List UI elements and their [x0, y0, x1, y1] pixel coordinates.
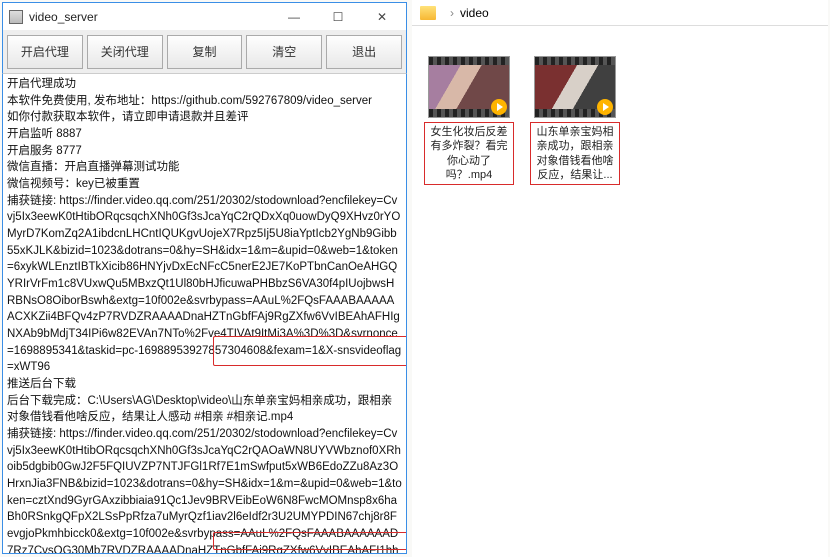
video-thumbnail	[534, 56, 616, 118]
file-item[interactable]: 山东单亲宝妈相亲成功，跟相亲对象借钱看他啥反应，结果让...	[532, 56, 618, 185]
log-line: 微信直播：开启直播弹幕测试功能	[7, 159, 402, 176]
window-title: video_server	[29, 10, 272, 24]
toolbar: 开启代理 关闭代理 复制 清空 退出	[2, 30, 407, 74]
chevron-right-icon: ›	[450, 6, 454, 20]
file-label: 女生化妆后反差有多炸裂？看完你心动了吗？.mp4	[424, 122, 514, 185]
copy-button[interactable]: 复制	[167, 35, 243, 69]
play-icon	[491, 99, 507, 115]
file-label: 山东单亲宝妈相亲成功，跟相亲对象借钱看他啥反应，结果让...	[530, 122, 620, 185]
address-bar[interactable]: › video	[412, 0, 828, 26]
log-line: 捕获链接: https://finder.video.qq.com/251/20…	[7, 426, 402, 554]
log-line: 微信视频号：key已被重置	[7, 176, 402, 193]
log-line: 本软件免费使用, 发布地址：https://github.com/5927678…	[7, 93, 402, 110]
maximize-button[interactable]: ☐	[316, 4, 360, 30]
log-line: 开启服务 8777	[7, 143, 402, 160]
log-line: 开启监听 8887	[7, 126, 402, 143]
files-area: 女生化妆后反差有多炸裂？看完你心动了吗？.mp4 山东单亲宝妈相亲成功，跟相亲对…	[412, 26, 828, 215]
log-line: 后台下载完成：C:\Users\AG\Desktop\video\山东单亲宝妈相…	[7, 393, 402, 426]
stop-proxy-button[interactable]: 关闭代理	[87, 35, 163, 69]
path-segment[interactable]: video	[460, 6, 489, 20]
minimize-button[interactable]: —	[272, 4, 316, 30]
explorer-window: › video 女生化妆后反差有多炸裂？看完你心动了吗？.mp4 山东单亲宝妈相…	[412, 0, 828, 557]
play-icon	[597, 99, 613, 115]
log-line: 推送后台下载	[7, 376, 402, 393]
titlebar[interactable]: video_server — ☐ ✕	[2, 2, 407, 30]
app-icon	[9, 10, 23, 24]
log-line: 开启代理成功	[7, 76, 402, 93]
exit-button[interactable]: 退出	[326, 35, 402, 69]
file-item[interactable]: 女生化妆后反差有多炸裂？看完你心动了吗？.mp4	[426, 56, 512, 185]
folder-icon	[420, 6, 436, 20]
start-proxy-button[interactable]: 开启代理	[7, 35, 83, 69]
log-line: 捕获链接: https://finder.video.qq.com/251/20…	[7, 193, 402, 376]
log-line: 如你付款获取本软件，请立即申请退款并且差评	[7, 109, 402, 126]
video-thumbnail	[428, 56, 510, 118]
close-button[interactable]: ✕	[360, 4, 404, 30]
app-window: video_server — ☐ ✕ 开启代理 关闭代理 复制 清空 退出 开启…	[2, 2, 407, 557]
clear-button[interactable]: 清空	[246, 35, 322, 69]
log-output[interactable]: 开启代理成功本软件免费使用, 发布地址：https://github.com/5…	[2, 74, 407, 554]
